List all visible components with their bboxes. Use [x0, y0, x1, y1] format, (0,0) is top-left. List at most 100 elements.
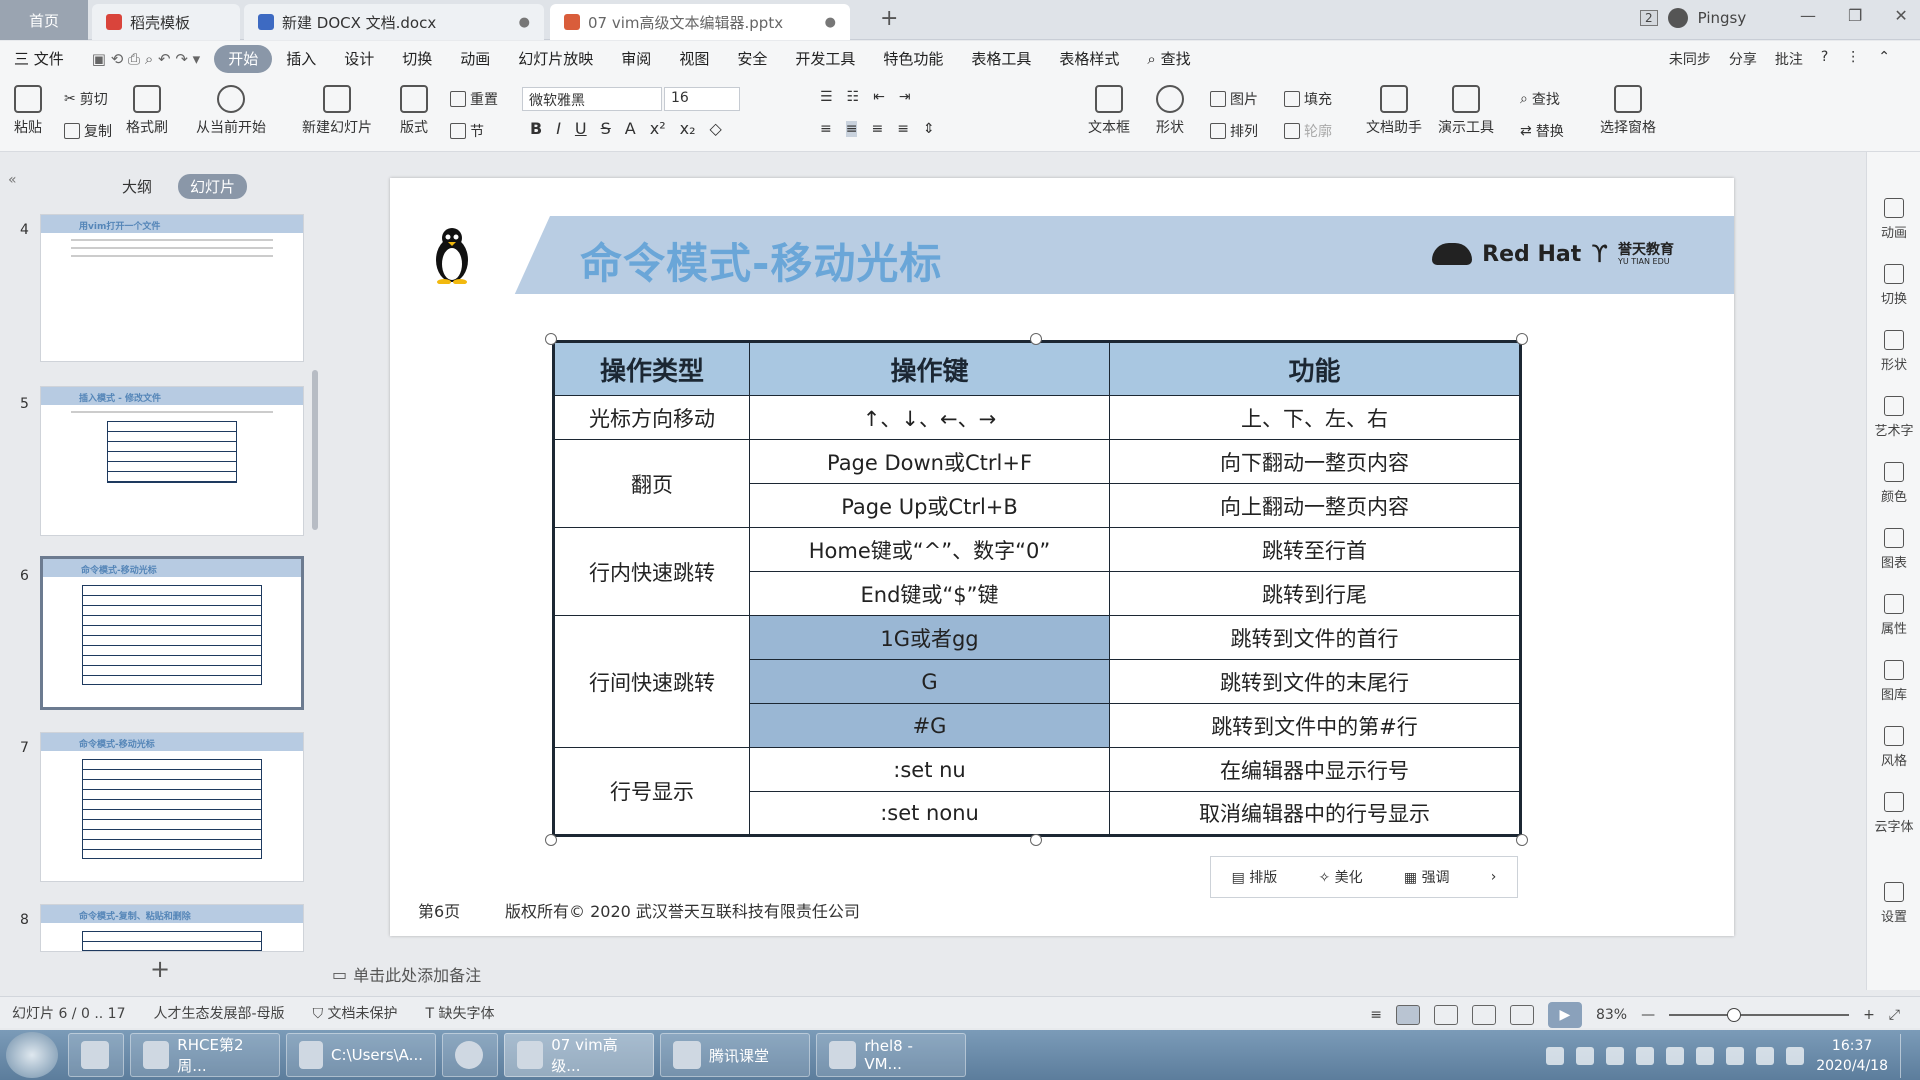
- number-list-icon[interactable]: ☷: [847, 89, 860, 105]
- zoom-slider-knob[interactable]: [1726, 1008, 1741, 1022]
- reading-view-button[interactable]: [1471, 1005, 1496, 1025]
- slide-thumbnail[interactable]: 命令模式-移动光标: [40, 732, 304, 882]
- comment-button[interactable]: 批注: [1775, 49, 1803, 69]
- taskbar-app-vmware[interactable]: rhel8 - VM...: [816, 1033, 966, 1077]
- cell-key-selected[interactable]: #G: [749, 703, 1110, 748]
- picture-button[interactable]: 图片: [1210, 89, 1258, 109]
- panel-settings[interactable]: 设置: [1867, 882, 1920, 925]
- start-button[interactable]: [6, 1032, 58, 1078]
- tray-icon[interactable]: [1606, 1047, 1625, 1065]
- tab-pptx[interactable]: 07 vim高级文本编辑器.pptx ●: [550, 4, 850, 40]
- tab-close-icon[interactable]: ●: [825, 15, 836, 30]
- help-icon[interactable]: ?: [1821, 49, 1828, 69]
- indent-icon[interactable]: ⇥: [899, 89, 911, 105]
- italic-icon[interactable]: I: [556, 119, 561, 138]
- menu-insert[interactable]: 插入: [272, 45, 330, 73]
- fit-window-icon[interactable]: ⤢: [1889, 1007, 1900, 1023]
- cell-key[interactable]: ↑、↓、←、→: [749, 395, 1110, 440]
- new-tab-button[interactable]: +: [880, 6, 898, 31]
- avatar[interactable]: [1667, 8, 1688, 28]
- resize-handle[interactable]: [1516, 333, 1528, 345]
- cell-type[interactable]: 行内快速跳转: [553, 527, 750, 616]
- show-desktop-button[interactable]: [1900, 1034, 1908, 1078]
- slide-thumbnail[interactable]: 插入模式 - 修改文件: [40, 386, 304, 536]
- slide-thumbnail[interactable]: 用vim打开一个文件: [40, 214, 304, 362]
- justify-icon[interactable]: ≡: [897, 121, 909, 137]
- font-family-select[interactable]: 微软雅黑: [522, 87, 662, 111]
- outline-button[interactable]: 轮廓: [1284, 121, 1332, 141]
- quick-access-icons[interactable]: ▣ ⟲ ⎙ ⌕ ↶ ↷ ▾: [78, 45, 214, 73]
- cell-function[interactable]: 在编辑器中显示行号: [1109, 747, 1521, 792]
- resize-handle[interactable]: [1516, 834, 1528, 846]
- new-slide-button[interactable]: 新建幻灯片: [302, 85, 372, 137]
- zoom-value[interactable]: 83%: [1596, 1007, 1627, 1023]
- doc-assistant-button[interactable]: 文档助手: [1366, 85, 1422, 137]
- taskbar-app-tencent-class[interactable]: 腾讯课堂: [660, 1033, 810, 1077]
- cell-function[interactable]: 跳转到行尾: [1109, 571, 1521, 616]
- resize-handle[interactable]: [545, 333, 557, 345]
- menu-slideshow[interactable]: 幻灯片放映: [504, 45, 607, 73]
- notes-area[interactable]: ▭ 单击此处添加备注: [332, 962, 481, 986]
- taskbar-app-chat[interactable]: [68, 1033, 124, 1077]
- beautify-tool-button[interactable]: ✧ 美化: [1318, 867, 1362, 887]
- cell-function[interactable]: 跳转到文件的首行: [1109, 615, 1521, 660]
- panel-chart[interactable]: 图表: [1867, 528, 1920, 571]
- resize-handle[interactable]: [545, 834, 557, 846]
- restore-icon[interactable]: ❐: [1848, 6, 1862, 25]
- bullet-list-icon[interactable]: ☰: [820, 89, 833, 105]
- layout-button[interactable]: 版式: [400, 85, 428, 137]
- protect-status[interactable]: ⛉ 文档未保护: [313, 1003, 398, 1023]
- menu-design[interactable]: 设计: [330, 45, 388, 73]
- section-button[interactable]: 节: [450, 121, 484, 141]
- cell-key[interactable]: Page Up或Ctrl+B: [749, 483, 1110, 528]
- cell-type[interactable]: 光标方向移动: [553, 395, 750, 440]
- fill-button[interactable]: 填充: [1284, 89, 1332, 109]
- menu-animation[interactable]: 动画: [446, 45, 504, 73]
- reset-button[interactable]: 重置: [450, 89, 498, 109]
- panel-transition[interactable]: 切换: [1867, 264, 1920, 307]
- find-button[interactable]: ⌕ 查找: [1520, 89, 1560, 109]
- underline-icon[interactable]: U: [575, 119, 587, 138]
- cell-function[interactable]: 上、下、左、右: [1109, 395, 1521, 440]
- menu-devtools[interactable]: 开发工具: [781, 45, 869, 73]
- panel-cloud-font[interactable]: 云字体: [1867, 792, 1920, 835]
- panel-gallery[interactable]: 图库: [1867, 660, 1920, 703]
- tray-icon[interactable]: [1546, 1047, 1565, 1065]
- menu-file[interactable]: 三 文件: [0, 45, 78, 73]
- menu-start[interactable]: 开始: [214, 45, 273, 73]
- user-name[interactable]: Pingsy: [1698, 9, 1747, 27]
- line-spacing-icon[interactable]: ⇕: [923, 121, 935, 137]
- tab-docx[interactable]: 新建 DOCX 文档.docx ●: [244, 4, 544, 40]
- copy-button[interactable]: 复制: [64, 121, 112, 141]
- outdent-icon[interactable]: ⇤: [873, 89, 885, 105]
- resize-handle[interactable]: [1030, 333, 1042, 345]
- slide-thumbnail[interactable]: 命令模式-复制、粘贴和删除: [40, 904, 304, 952]
- tab-slides[interactable]: 幻灯片: [178, 174, 248, 199]
- menu-search[interactable]: ⌕ 查找: [1133, 45, 1204, 73]
- taskbar-app-wps[interactable]: 07 vim高级...: [504, 1033, 654, 1077]
- cell-type[interactable]: 翻页: [553, 439, 750, 528]
- cell-function[interactable]: 向下翻动一整页内容: [1109, 439, 1521, 484]
- system-clock[interactable]: 16:37 2020/4/18: [1816, 1036, 1888, 1076]
- tab-outline[interactable]: 大纲: [110, 174, 164, 199]
- notes-toggle-icon[interactable]: ≡: [1370, 1007, 1382, 1023]
- play-from-current-button[interactable]: 从当前开始: [196, 85, 266, 137]
- panel-properties[interactable]: 属性: [1867, 594, 1920, 637]
- cell-function[interactable]: 取消编辑器中的行号显示: [1109, 791, 1521, 836]
- cell-type[interactable]: 行间快速跳转: [553, 615, 750, 748]
- font-size-select[interactable]: 16: [664, 87, 740, 111]
- menu-table-style[interactable]: 表格样式: [1045, 45, 1133, 73]
- zoom-in-button[interactable]: +: [1863, 1007, 1875, 1023]
- present-tools-button[interactable]: 演示工具: [1438, 85, 1494, 137]
- add-slide-button[interactable]: +: [150, 955, 170, 983]
- normal-view-button[interactable]: [1395, 1005, 1420, 1025]
- strikethrough-icon[interactable]: S: [601, 119, 611, 138]
- cell-key[interactable]: Page Down或Ctrl+F: [749, 439, 1110, 484]
- paste-button[interactable]: 粘贴: [14, 85, 42, 137]
- tray-icon[interactable]: [1636, 1047, 1655, 1065]
- cell-key[interactable]: Home键或“^”、数字“0”: [749, 527, 1110, 572]
- cut-button[interactable]: ✂ 剪切: [64, 89, 108, 109]
- tab-close-icon[interactable]: ●: [519, 15, 530, 30]
- network-icon[interactable]: [1726, 1047, 1745, 1065]
- menu-features[interactable]: 特色功能: [869, 45, 957, 73]
